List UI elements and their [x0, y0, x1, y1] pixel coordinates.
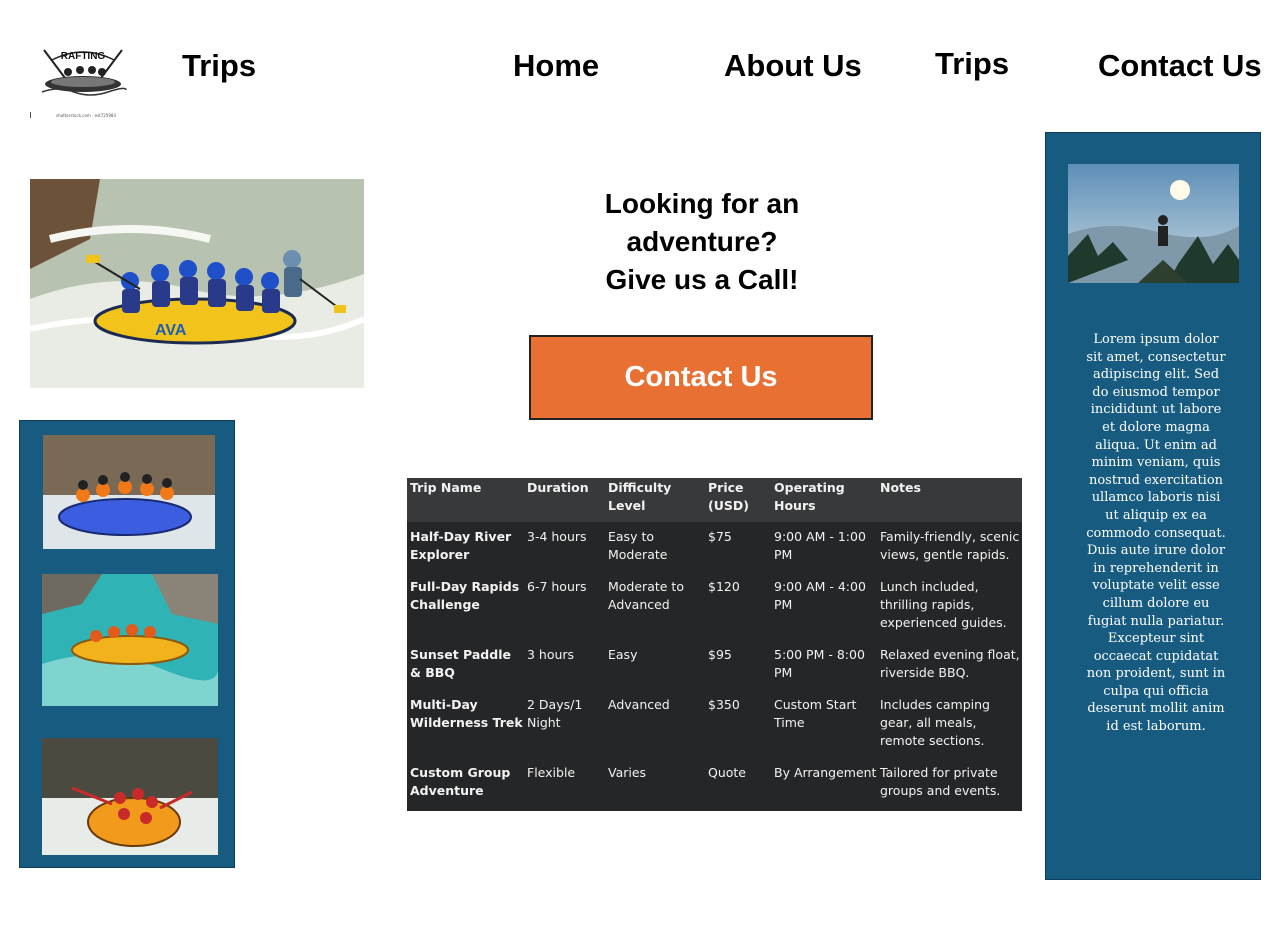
table-cell: Quote	[708, 765, 747, 780]
table-cell: 9:00 AM - 4:00 PM	[774, 579, 866, 612]
column-header: Duration	[527, 480, 589, 495]
table-cell: 2 Days/1 Night	[527, 697, 583, 730]
rafting-thumbnail-1[interactable]	[43, 435, 215, 549]
trip-name-cell: Multi-Day Wilderness Trek	[410, 697, 523, 730]
nav-home[interactable]: Home	[513, 48, 599, 84]
table-cell: $75	[708, 529, 732, 544]
table-cell: By Arrangement	[774, 765, 877, 780]
table-cell: 3 hours	[527, 647, 575, 662]
table-cell: 9:00 AM - 1:00 PM	[774, 529, 866, 562]
raft-label: AVA	[155, 322, 187, 339]
gallery-panel	[19, 420, 235, 868]
table-cell: Custom Start Time	[774, 697, 857, 730]
table-cell: Moderate to Advanced	[608, 579, 684, 612]
nav-contact-us[interactable]: Contact Us	[1098, 48, 1262, 84]
nav-trips[interactable]: Trips	[935, 46, 1009, 82]
contact-us-button[interactable]: Contact Us	[529, 335, 873, 420]
trip-name-cell: Custom Group Adventure	[410, 765, 511, 798]
table-row: Multi-Day Wilderness Trek 2 Days/1 Night…	[407, 690, 1022, 758]
info-panel: Lorem ipsum dolor sit amet, consectetur …	[1045, 132, 1261, 880]
mountain-hiker-photo	[1068, 164, 1239, 283]
column-header: Price (USD)	[708, 480, 749, 513]
table-cell: $120	[708, 579, 740, 594]
table-cell: Varies	[608, 765, 647, 780]
column-header: Operating Hours	[774, 480, 845, 513]
table-cell: Relaxed evening float, riverside BBQ.	[880, 647, 1020, 680]
tagline-line-2: adventure?	[626, 226, 778, 257]
tagline-line-3: Give us a Call!	[605, 264, 799, 295]
table-cell: Easy	[608, 647, 638, 662]
logo-divider	[30, 112, 31, 118]
rafting-thumbnail-3[interactable]	[42, 738, 218, 855]
logo-caption: shutterstock.com · est725984	[56, 113, 117, 118]
table-cell: Lunch included, thrilling rapids, experi…	[880, 579, 1007, 630]
trip-name-cell: Sunset Paddle & BBQ	[410, 647, 511, 680]
table-row: Custom Group Adventure Flexible Varies Q…	[407, 758, 1022, 808]
tagline-line-1: Looking for an	[604, 188, 800, 219]
tagline: Looking for an adventure? Give us a Call…	[560, 185, 844, 299]
table-cell: Tailored for private groups and events.	[880, 765, 1001, 798]
table-cell: $350	[708, 697, 740, 712]
table-cell: 6-7 hours	[527, 579, 587, 594]
table-cell: Includes camping gear, all meals, remote…	[880, 697, 990, 748]
column-header: Notes	[880, 480, 921, 495]
column-header: Trip Name	[410, 480, 482, 495]
rafting-logo[interactable]: RAFTING	[38, 42, 128, 98]
table-cell: Family-friendly, scenic views, gentle ra…	[880, 529, 1020, 562]
logo-text: RAFTING	[61, 51, 106, 62]
hero-rafting-photo: AVA	[30, 179, 364, 388]
nav-about-us[interactable]: About Us	[724, 48, 862, 84]
table-row: Half-Day River Explorer 3-4 hours Easy t…	[407, 522, 1022, 572]
table-cell: Advanced	[608, 697, 670, 712]
column-header: Difficulty Level	[608, 480, 672, 513]
table-cell: Flexible	[527, 765, 576, 780]
trip-name-cell: Half-Day River Explorer	[410, 529, 512, 562]
table-header-row: Trip Name Duration Difficulty Level Pric…	[407, 478, 1022, 522]
sidebar-text: Lorem ipsum dolor sit amet, consectetur …	[1086, 332, 1226, 735]
rafting-thumbnail-2[interactable]	[42, 574, 218, 706]
trips-table: Trip Name Duration Difficulty Level Pric…	[407, 478, 1022, 811]
trip-name-cell: Full-Day Rapids Challenge	[410, 579, 520, 612]
table-cell: Easy to Moderate	[608, 529, 668, 562]
table-cell: 5:00 PM - 8:00 PM	[774, 647, 865, 680]
page-title: Trips	[182, 48, 257, 83]
table-row: Full-Day Rapids Challenge 6-7 hours Mode…	[407, 572, 1022, 640]
table-row: Sunset Paddle & BBQ 3 hours Easy $95 5:0…	[407, 640, 1022, 690]
table-cell: 3-4 hours	[527, 529, 587, 544]
table-cell: $95	[708, 647, 732, 662]
